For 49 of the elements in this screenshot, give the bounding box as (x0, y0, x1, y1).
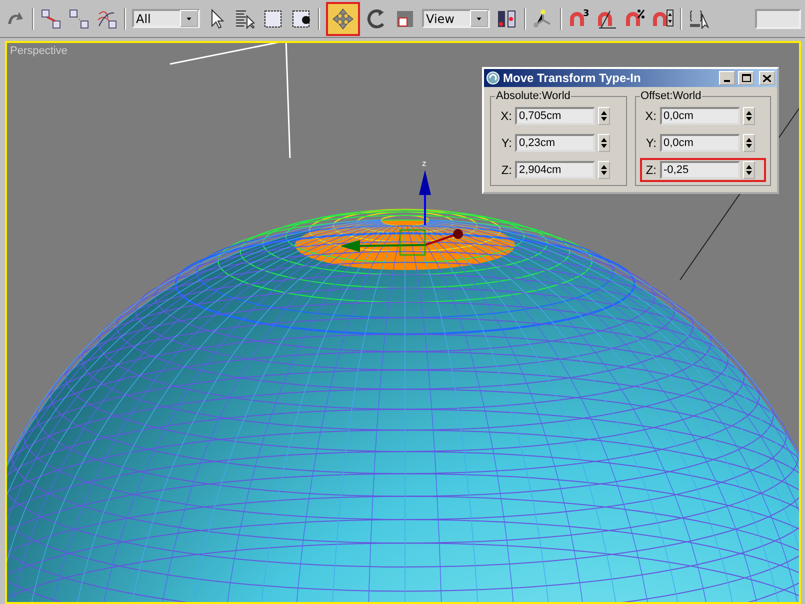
close-button[interactable] (759, 71, 775, 85)
pivot-center-icon[interactable] (496, 8, 518, 30)
spinner-button[interactable] (598, 107, 610, 125)
reference-coordinate-dropdown[interactable]: View (422, 9, 490, 28)
spinner-button[interactable] (598, 134, 610, 152)
axis-label: X: (644, 109, 656, 123)
app-logo-icon (486, 71, 500, 85)
spinner-button[interactable] (742, 107, 754, 125)
axis-label: Z: (644, 163, 656, 177)
window-crossing-icon[interactable] (290, 8, 312, 30)
spinner-arrows-icon (601, 110, 607, 122)
close-icon (763, 74, 771, 82)
select-by-name-icon[interactable] (234, 8, 256, 30)
axis-label: Y: (644, 136, 656, 150)
maximize-button[interactable] (738, 71, 754, 85)
spinner-button[interactable] (742, 134, 754, 152)
spinner-arrows-icon (601, 137, 607, 149)
selection-filter-dropdown[interactable]: All (132, 9, 200, 28)
spinner-button[interactable] (598, 161, 610, 179)
minimize-button[interactable] (719, 71, 735, 85)
move-arrows-icon (332, 8, 354, 30)
spinner-arrows-icon (746, 137, 752, 149)
maximize-icon (742, 74, 750, 82)
spinner-arrows-icon (601, 164, 607, 176)
value-field[interactable]: 2,904cm (515, 161, 595, 179)
spinner-arrows-icon (746, 110, 752, 122)
named-selection-field[interactable] (755, 8, 801, 28)
snap-mode-label: 3 (583, 8, 590, 18)
rectangle-selection-icon[interactable] (262, 8, 284, 30)
axis-label: z (422, 159, 426, 168)
viewport[interactable]: z Perspective Move Transform Type-In Absolute:World X: 0,705cm Y: 0,23cm Z: 2,904cm Offset:World X: 0,0cm Y: 0,0cm Z: -0,25 (5, 41, 801, 604)
named-selection-icon[interactable] (688, 8, 710, 30)
spinner-button[interactable] (742, 161, 754, 179)
move-button[interactable] (326, 2, 360, 36)
spinner-snap-icon[interactable] (652, 8, 674, 30)
value-field[interactable]: 0,705cm (515, 107, 595, 125)
value-field[interactable]: 0,0cm (660, 107, 740, 125)
axis-label: X: (500, 109, 512, 123)
value-field[interactable]: 0,23cm (515, 134, 595, 152)
spinner-arrows-icon (746, 164, 752, 176)
group-title: Absolute:World (495, 90, 572, 102)
value-field[interactable]: -0,25 (660, 161, 740, 179)
value-field[interactable]: 0,0cm (660, 134, 740, 152)
axis-label: Y: (500, 136, 512, 150)
dialog-title: Move Transform Type-In (503, 71, 642, 85)
link-icon[interactable] (40, 8, 62, 30)
axis-label: Z: (500, 163, 512, 177)
unlink-icon[interactable] (68, 8, 90, 30)
group-title: Offset:World (640, 90, 702, 102)
